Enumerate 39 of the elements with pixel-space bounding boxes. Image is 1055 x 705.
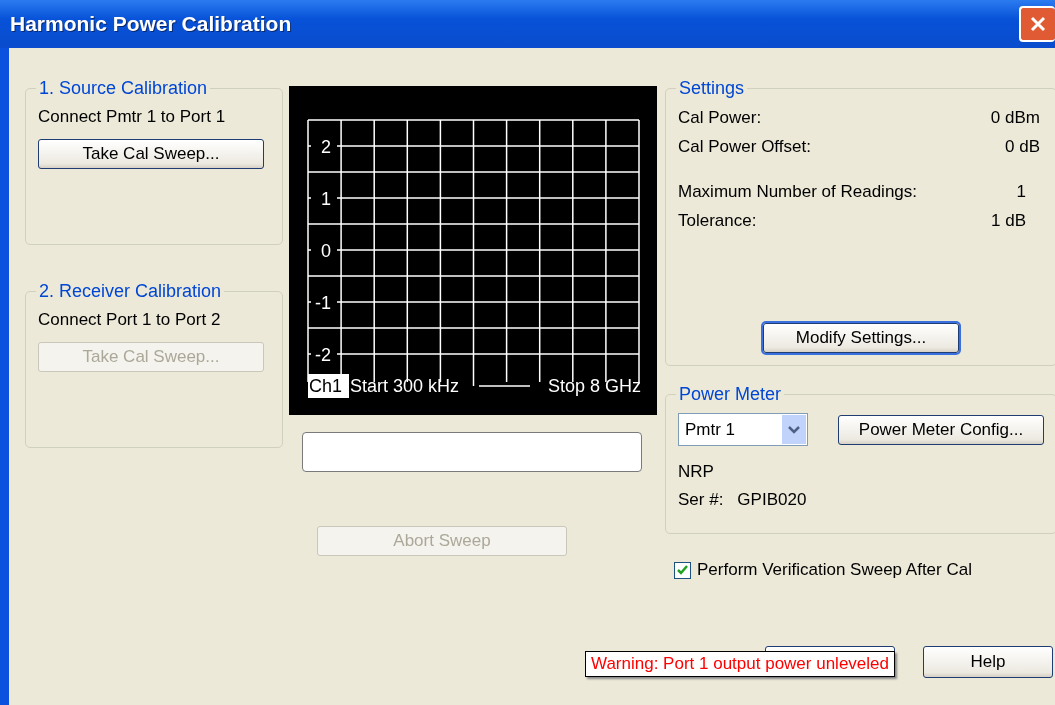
setting-label: Cal Power: <box>678 107 762 129</box>
axis-label: -2 <box>315 345 331 365</box>
setting-value: 1 dB <box>991 210 1027 232</box>
start-frequency: Start 300 kHz <box>350 376 460 396</box>
chevron-down-icon <box>788 425 800 434</box>
setting-label: Maximum Number of Readings: <box>678 181 918 203</box>
setting-value: 0 dBm <box>990 107 1041 129</box>
group-title: 2. Receiver Calibration <box>38 281 223 302</box>
axis-label: 0 <box>321 241 331 261</box>
modify-settings-button[interactable]: Modify Settings... <box>763 323 959 353</box>
axis-label: 1 <box>321 189 331 209</box>
close-icon <box>1030 16 1046 32</box>
checkbox[interactable] <box>674 561 691 579</box>
status-field[interactable] <box>302 432 642 472</box>
group-title: Settings <box>678 78 746 99</box>
power-meter-dropdown[interactable]: Pmtr 1 <box>678 413 808 446</box>
model-text: NRP <box>678 462 715 482</box>
setting-label: Tolerance: <box>678 210 757 232</box>
setting-value: 1 <box>1016 181 1027 203</box>
axis-label: 2 <box>321 137 331 157</box>
window-title: Harmonic Power Calibration <box>10 12 292 36</box>
checkbox-label: Perform Verification Sweep After Cal <box>697 560 972 580</box>
help-button[interactable]: Help <box>923 646 1053 678</box>
setting-label: Cal Power Offset: <box>678 136 811 158</box>
instruction-text: Connect Pmtr 1 to Port 1 <box>38 107 227 127</box>
instruction-text: Connect Port 1 to Port 2 <box>38 310 222 330</box>
group-title: Power Meter <box>678 384 783 405</box>
close-button[interactable] <box>1019 6 1055 42</box>
warning-tooltip: Warning: Port 1 output power unleveled <box>585 651 895 677</box>
serial-value: GPIB020 <box>737 490 807 510</box>
setting-value: 0 dB <box>1005 136 1041 158</box>
stop-frequency: Stop 8 GHz <box>547 376 641 396</box>
channel-label: Ch1 <box>309 376 343 396</box>
axis-label: -1 <box>315 293 331 313</box>
serial-label: Ser #: <box>678 490 724 510</box>
check-icon <box>677 565 688 575</box>
power-meter-config-button[interactable]: Power Meter Config... <box>838 414 1044 445</box>
take-cal-sweep-button[interactable]: Take Cal Sweep... <box>38 139 264 169</box>
group-title: 1. Source Calibration <box>38 78 209 99</box>
